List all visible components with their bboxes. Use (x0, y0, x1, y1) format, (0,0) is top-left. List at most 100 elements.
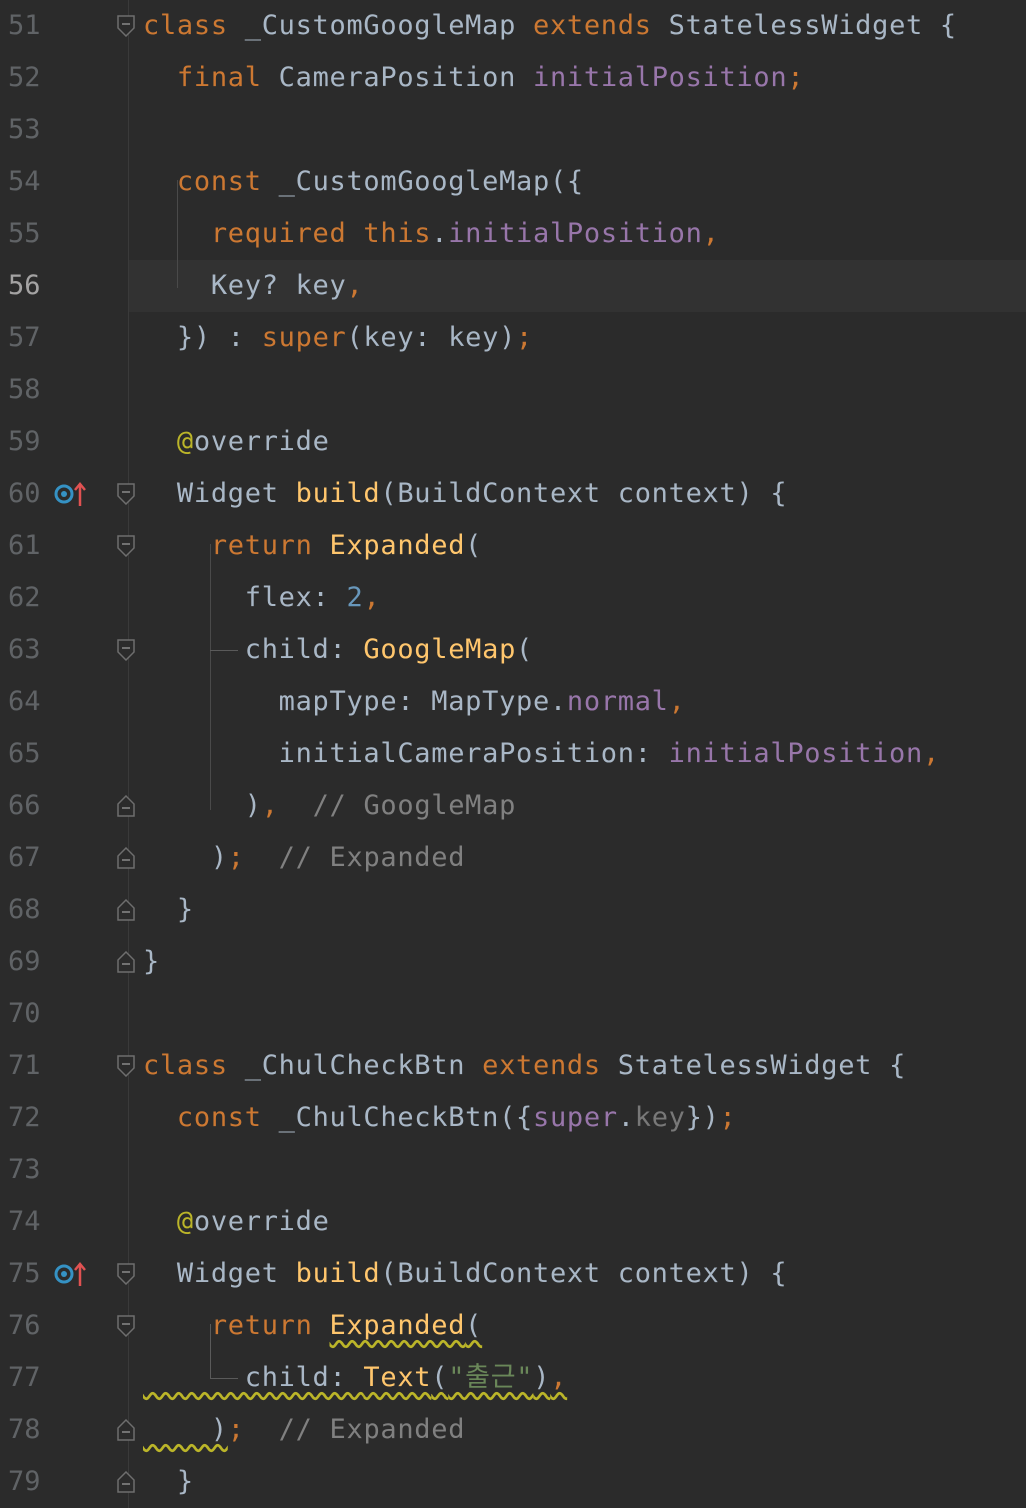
line-number[interactable]: 53 (8, 104, 41, 156)
code-text[interactable]: child: GoogleMap( (143, 624, 533, 676)
code-line[interactable]: 67 ); // Expanded (0, 832, 1026, 884)
code-line[interactable]: 63 child: GoogleMap( (0, 624, 1026, 676)
line-number[interactable]: 60 (8, 468, 41, 520)
code-text[interactable]: @override (143, 416, 330, 468)
line-number[interactable]: 73 (8, 1144, 41, 1196)
line-number[interactable]: 58 (8, 364, 41, 416)
line-number[interactable]: 61 (8, 520, 41, 572)
line-number[interactable]: 67 (8, 832, 41, 884)
line-number[interactable]: 62 (8, 572, 41, 624)
code-line[interactable]: 76 return Expanded( (0, 1300, 1026, 1352)
code-line[interactable]: 74 @override (0, 1196, 1026, 1248)
fold-collapse-icon[interactable] (117, 639, 135, 661)
code-line[interactable]: 59 @override (0, 416, 1026, 468)
code-line[interactable]: 62 flex: 2, (0, 572, 1026, 624)
code-text[interactable]: class _ChulCheckBtn extends StatelessWid… (143, 1040, 906, 1092)
code-line[interactable]: 65 initialCameraPosition: initialPositio… (0, 728, 1026, 780)
code-text[interactable]: flex: 2, (143, 572, 380, 624)
fold-collapse-icon[interactable] (117, 1055, 135, 1077)
fold-end-icon[interactable] (117, 951, 135, 973)
code-text[interactable]: } (143, 936, 160, 988)
code-text[interactable]: }) : super(key: key); (143, 312, 533, 364)
line-number[interactable]: 66 (8, 780, 41, 832)
line-number[interactable]: 59 (8, 416, 41, 468)
fold-collapse-icon[interactable] (117, 1315, 135, 1337)
line-number[interactable]: 51 (8, 0, 41, 52)
override-up-icon[interactable] (53, 480, 89, 508)
code-text[interactable]: Widget build(BuildContext context) { (143, 1248, 787, 1300)
code-line[interactable]: 69} (0, 936, 1026, 988)
fold-collapse-icon[interactable] (117, 1263, 135, 1285)
fold-end-icon[interactable] (117, 1471, 135, 1493)
code-line[interactable]: 79 } (0, 1456, 1026, 1508)
fold-end-icon[interactable] (117, 847, 135, 869)
code-line[interactable]: 72 const _ChulCheckBtn({super.key}); (0, 1092, 1026, 1144)
code-line[interactable]: 68 } (0, 884, 1026, 936)
code-line[interactable]: 60 Widget build(BuildContext context) { (0, 468, 1026, 520)
line-number[interactable]: 54 (8, 156, 41, 208)
fold-collapse-icon[interactable] (117, 15, 135, 37)
code-text[interactable]: } (143, 884, 194, 936)
code-line[interactable]: 66 ), // GoogleMap (0, 780, 1026, 832)
line-number[interactable]: 70 (8, 988, 41, 1040)
code-token: super (533, 1102, 618, 1133)
line-number[interactable]: 76 (8, 1300, 41, 1352)
code-line[interactable]: 55 required this.initialPosition, (0, 208, 1026, 260)
code-text[interactable]: ); // Expanded (143, 832, 465, 884)
code-line[interactable]: 52 final CameraPosition initialPosition; (0, 52, 1026, 104)
code-text[interactable]: @override (143, 1196, 330, 1248)
code-text[interactable]: required this.initialPosition, (143, 208, 720, 260)
code-text[interactable]: } (143, 1456, 194, 1508)
code-line[interactable]: 54 const _CustomGoogleMap({ (0, 156, 1026, 208)
code-text[interactable]: return Expanded( (143, 520, 482, 572)
line-number[interactable]: 71 (8, 1040, 41, 1092)
code-text[interactable]: class _CustomGoogleMap extends Stateless… (143, 0, 957, 52)
line-number[interactable]: 79 (8, 1456, 41, 1508)
code-text[interactable]: initialCameraPosition: initialPosition, (143, 728, 940, 780)
line-number[interactable]: 57 (8, 312, 41, 364)
code-text[interactable]: ); // Expanded (143, 1404, 465, 1456)
line-number[interactable]: 55 (8, 208, 41, 260)
code-line[interactable]: 51 class _CustomGoogleMap extends Statele… (0, 0, 1026, 52)
line-number[interactable]: 64 (8, 676, 41, 728)
code-text[interactable]: mapType: MapType.normal, (143, 676, 686, 728)
code-editor[interactable]: 51 class _CustomGoogleMap extends Statele… (0, 0, 1026, 1508)
line-number[interactable]: 74 (8, 1196, 41, 1248)
code-text[interactable]: const _ChulCheckBtn({super.key}); (143, 1092, 737, 1144)
code-line[interactable]: 58 (0, 364, 1026, 416)
code-text[interactable]: const _CustomGoogleMap({ (143, 156, 584, 208)
code-text[interactable]: final CameraPosition initialPosition; (143, 52, 804, 104)
code-line[interactable]: 56 Key? key, (0, 260, 1026, 312)
line-number[interactable]: 52 (8, 52, 41, 104)
code-line[interactable]: 70 (0, 988, 1026, 1040)
line-number[interactable]: 56 (8, 260, 41, 312)
fold-collapse-icon[interactable] (117, 483, 135, 505)
fold-collapse-icon[interactable] (117, 535, 135, 557)
code-token: @ (176, 1206, 194, 1237)
code-text[interactable]: return Expanded( (143, 1300, 482, 1352)
code-line[interactable]: 78 ); // Expanded (0, 1404, 1026, 1456)
code-text[interactable]: child: Text("출근"), (143, 1352, 567, 1404)
code-line[interactable]: 71 class _ChulCheckBtn extends StatelessW… (0, 1040, 1026, 1092)
line-number[interactable]: 77 (8, 1352, 41, 1404)
fold-end-icon[interactable] (117, 1419, 135, 1441)
line-number[interactable]: 63 (8, 624, 41, 676)
line-number[interactable]: 78 (8, 1404, 41, 1456)
code-text[interactable]: ), // GoogleMap (143, 780, 516, 832)
line-number[interactable]: 68 (8, 884, 41, 936)
code-text[interactable]: Widget build(BuildContext context) { (143, 468, 787, 520)
code-line[interactable]: 61 return Expanded( (0, 520, 1026, 572)
line-number[interactable]: 69 (8, 936, 41, 988)
override-up-icon[interactable] (53, 1260, 89, 1288)
line-number[interactable]: 65 (8, 728, 41, 780)
fold-end-icon[interactable] (117, 899, 135, 921)
code-line[interactable]: 53 (0, 104, 1026, 156)
code-line[interactable]: 57 }) : super(key: key); (0, 312, 1026, 364)
code-line[interactable]: 64 mapType: MapType.normal, (0, 676, 1026, 728)
code-line[interactable]: 73 (0, 1144, 1026, 1196)
code-line[interactable]: 75 Widget build(BuildContext context) { (0, 1248, 1026, 1300)
line-number[interactable]: 72 (8, 1092, 41, 1144)
line-number[interactable]: 75 (8, 1248, 41, 1300)
fold-end-icon[interactable] (117, 795, 135, 817)
code-line[interactable]: 77 child: Text("출근"), (0, 1352, 1026, 1404)
